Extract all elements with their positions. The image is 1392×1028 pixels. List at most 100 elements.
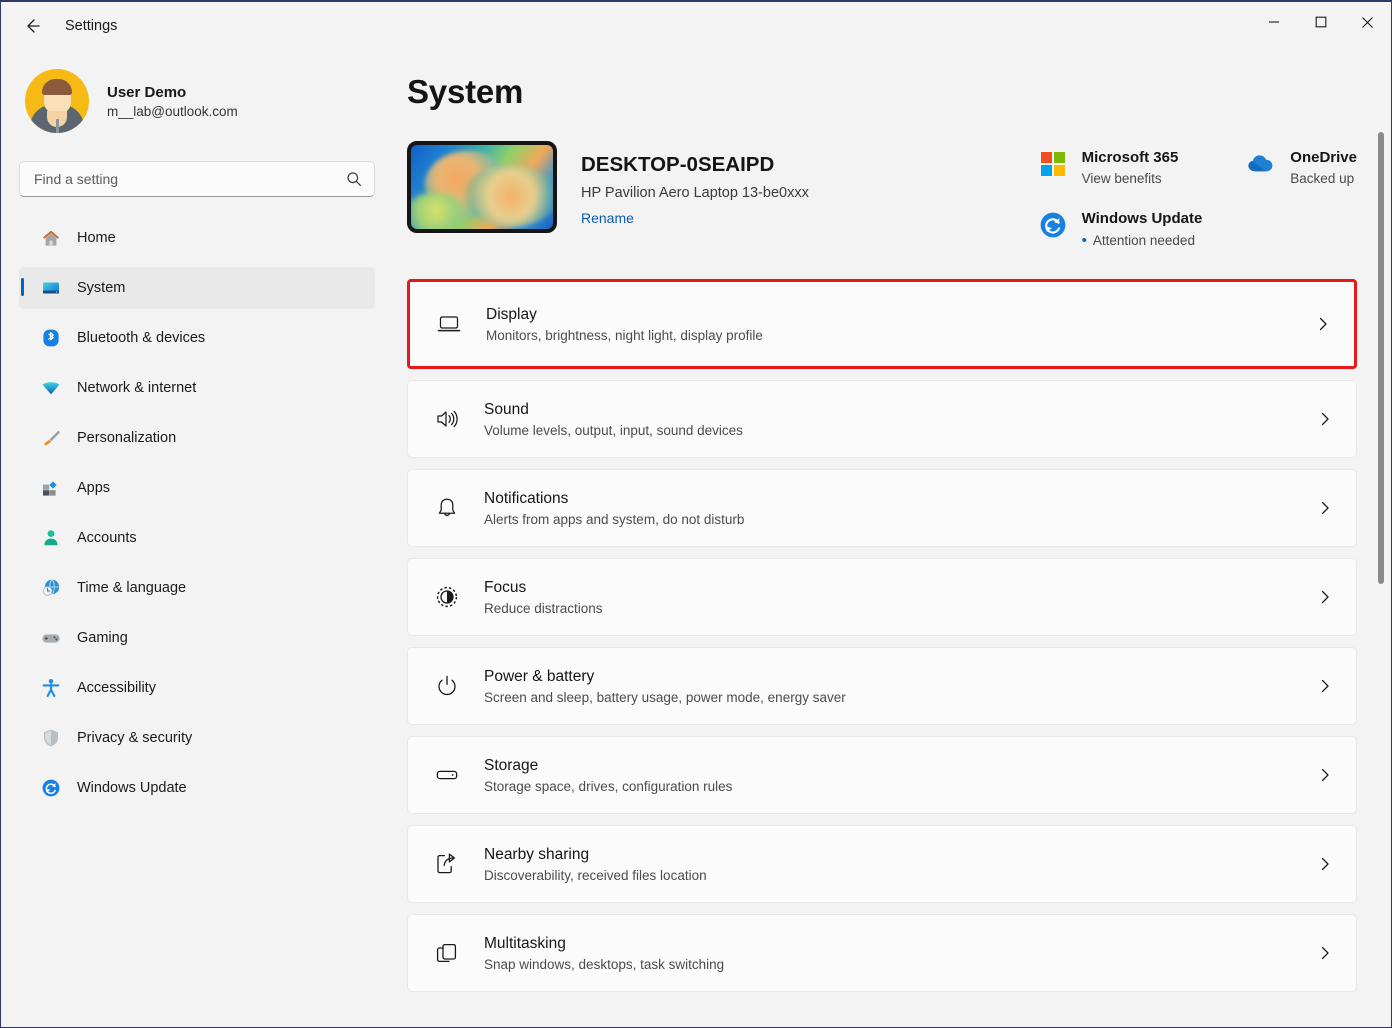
onedrive-cloud-icon bbox=[1246, 149, 1276, 179]
bell-icon bbox=[432, 493, 462, 523]
profile-email: m__lab@outlook.com bbox=[107, 104, 238, 119]
system-monitor-icon bbox=[41, 278, 61, 298]
row-title: Storage bbox=[484, 757, 732, 775]
search-input[interactable] bbox=[34, 171, 346, 187]
sidebar-item-label: Windows Update bbox=[77, 780, 187, 796]
settings-row-storage[interactable]: Storage Storage space, drives, configura… bbox=[407, 736, 1357, 814]
window-controls bbox=[1250, 2, 1391, 50]
row-title: Power & battery bbox=[484, 668, 846, 686]
page-title: System bbox=[407, 73, 1357, 111]
minimize-button[interactable] bbox=[1250, 2, 1297, 42]
settings-row-notifications[interactable]: Notifications Alerts from apps and syste… bbox=[407, 469, 1357, 547]
maximize-icon bbox=[1315, 16, 1327, 28]
sidebar-item-windows-update[interactable]: Windows Update bbox=[19, 767, 375, 809]
accessibility-person-icon bbox=[41, 678, 61, 698]
main-content: System DESKTOP-0SEAIPD HP Pavilion Aero … bbox=[393, 50, 1392, 1028]
chevron-right-icon bbox=[1314, 315, 1332, 333]
settings-row-multitasking[interactable]: Multitasking Snap windows, desktops, tas… bbox=[407, 914, 1357, 992]
home-icon bbox=[41, 228, 61, 248]
speaker-icon bbox=[432, 404, 462, 434]
row-title: Notifications bbox=[484, 490, 744, 508]
sidebar-item-label: Network & internet bbox=[77, 380, 196, 396]
maximize-button[interactable] bbox=[1297, 2, 1344, 42]
chevron-right-icon bbox=[1316, 588, 1334, 606]
sidebar-item-accounts[interactable]: Accounts bbox=[19, 517, 375, 559]
settings-row-power-battery[interactable]: Power & battery Screen and sleep, batter… bbox=[407, 647, 1357, 725]
user-profile[interactable]: User Demo m__lab@outlook.com bbox=[19, 50, 375, 133]
row-subtitle: Storage space, drives, configuration rul… bbox=[484, 779, 732, 794]
sidebar-item-accessibility[interactable]: Accessibility bbox=[19, 667, 375, 709]
sidebar-item-apps[interactable]: Apps bbox=[19, 467, 375, 509]
sidebar-item-home[interactable]: Home bbox=[19, 217, 375, 259]
row-subtitle: Reduce distractions bbox=[484, 601, 603, 616]
device-thumbnail bbox=[407, 141, 557, 233]
drive-icon bbox=[432, 760, 462, 790]
device-model: HP Pavilion Aero Laptop 13-be0xxx bbox=[581, 185, 809, 201]
sidebar-item-gaming[interactable]: Gaming bbox=[19, 617, 375, 659]
device-name: DESKTOP-0SEAIPD bbox=[581, 153, 809, 177]
display-monitor-icon bbox=[434, 309, 464, 339]
chevron-right-icon bbox=[1316, 855, 1334, 873]
rename-link[interactable]: Rename bbox=[581, 210, 634, 226]
search-icon bbox=[346, 171, 362, 187]
paintbrush-icon bbox=[41, 428, 61, 448]
shield-icon bbox=[41, 728, 61, 748]
device-summary: DESKTOP-0SEAIPD HP Pavilion Aero Laptop … bbox=[407, 141, 1357, 249]
settings-row-sound[interactable]: Sound Volume levels, output, input, soun… bbox=[407, 380, 1357, 458]
power-icon bbox=[432, 671, 462, 701]
apps-icon bbox=[41, 478, 61, 498]
row-subtitle: Discoverability, received files location bbox=[484, 868, 707, 883]
sidebar-item-label: Accessibility bbox=[77, 680, 156, 696]
microsoft-logo-icon bbox=[1038, 149, 1068, 179]
chevron-right-icon bbox=[1316, 944, 1334, 962]
sidebar-nav: Home System bbox=[19, 217, 375, 809]
row-subtitle: Snap windows, desktops, task switching bbox=[484, 957, 724, 972]
settings-list: Display Monitors, brightness, night ligh… bbox=[407, 279, 1357, 992]
minimize-icon bbox=[1268, 16, 1280, 28]
wifi-icon bbox=[41, 378, 61, 398]
window-title: Settings bbox=[65, 18, 117, 34]
row-subtitle: Volume levels, output, input, sound devi… bbox=[484, 423, 743, 438]
chevron-right-icon bbox=[1316, 410, 1334, 428]
sidebar-item-system[interactable]: System bbox=[19, 267, 375, 309]
row-title: Focus bbox=[484, 579, 603, 597]
status-card-onedrive[interactable]: OneDrive Backed up bbox=[1246, 149, 1357, 186]
scrollbar[interactable] bbox=[1374, 50, 1388, 1028]
status-subtitle: Backed up bbox=[1290, 171, 1357, 186]
sidebar-item-label: Personalization bbox=[77, 430, 176, 446]
sidebar-item-label: Bluetooth & devices bbox=[77, 330, 205, 346]
sidebar-item-label: Gaming bbox=[77, 630, 128, 646]
settings-row-nearby-sharing[interactable]: Nearby sharing Discoverability, received… bbox=[407, 825, 1357, 903]
row-title: Display bbox=[486, 306, 763, 324]
close-button[interactable] bbox=[1344, 2, 1391, 42]
row-title: Nearby sharing bbox=[484, 846, 707, 864]
gamepad-icon bbox=[41, 628, 61, 648]
sidebar-item-personalization[interactable]: Personalization bbox=[19, 417, 375, 459]
search-box[interactable] bbox=[19, 161, 375, 197]
sidebar-item-privacy-security[interactable]: Privacy & security bbox=[19, 717, 375, 759]
title-bar: Settings bbox=[1, 2, 1391, 50]
sidebar-item-label: Time & language bbox=[77, 580, 186, 596]
sidebar-item-bluetooth-devices[interactable]: Bluetooth & devices bbox=[19, 317, 375, 359]
row-subtitle: Monitors, brightness, night light, displ… bbox=[486, 328, 763, 343]
status-card-microsoft-365[interactable]: Microsoft 365 View benefits bbox=[1038, 149, 1203, 186]
chevron-right-icon bbox=[1316, 677, 1334, 695]
chevron-right-icon bbox=[1316, 499, 1334, 517]
row-title: Multitasking bbox=[484, 935, 724, 953]
back-button[interactable] bbox=[15, 9, 49, 43]
sidebar-item-label: System bbox=[77, 280, 125, 296]
refresh-circle-icon bbox=[41, 778, 61, 798]
sidebar-item-network-internet[interactable]: Network & internet bbox=[19, 367, 375, 409]
clock-globe-icon bbox=[41, 578, 61, 598]
scrollbar-thumb[interactable] bbox=[1378, 132, 1384, 584]
sidebar: User Demo m__lab@outlook.com bbox=[1, 50, 393, 1028]
close-icon bbox=[1361, 16, 1374, 29]
sidebar-item-time-language[interactable]: Time & language bbox=[19, 567, 375, 609]
status-card-windows-update[interactable]: Windows Update Attention needed bbox=[1038, 210, 1203, 249]
settings-row-display[interactable]: Display Monitors, brightness, night ligh… bbox=[407, 279, 1357, 369]
windows-stack-icon bbox=[432, 938, 462, 968]
share-icon bbox=[432, 849, 462, 879]
chevron-right-icon bbox=[1316, 766, 1334, 784]
settings-row-focus[interactable]: Focus Reduce distractions bbox=[407, 558, 1357, 636]
status-subtitle: Attention needed bbox=[1082, 232, 1203, 249]
